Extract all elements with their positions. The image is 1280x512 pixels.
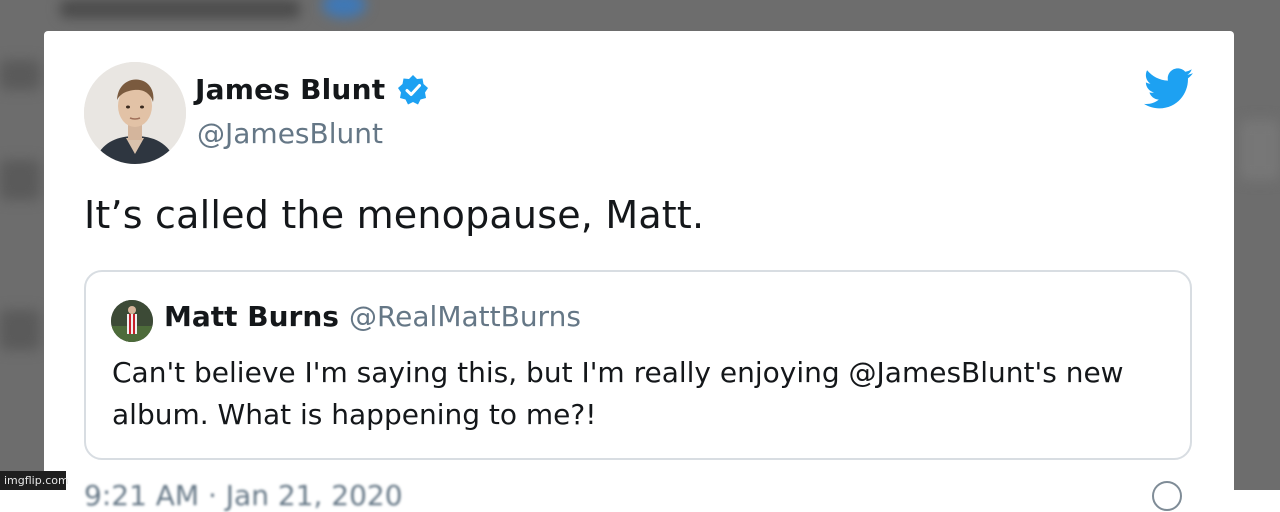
- background-blur: [1240, 120, 1280, 180]
- background-blur: [0, 310, 40, 350]
- background-blur: [0, 160, 40, 200]
- quoted-tweet-text: Can't believe I'm saying this, but I'm r…: [112, 356, 1124, 431]
- quoted-tweet[interactable]: Matt Burns @RealMattBurns Can't believe …: [84, 270, 1192, 460]
- quoted-author-row: Matt Burns @RealMattBurns: [164, 300, 581, 333]
- tweet-text: It’s called the menopause, Matt.: [84, 193, 705, 237]
- background-blur: [322, 0, 366, 18]
- twitter-bird-icon[interactable]: [1143, 68, 1194, 110]
- verified-badge-icon: [397, 74, 429, 106]
- author-name-row: James Blunt: [195, 73, 429, 106]
- imgflip-watermark: imgflip.com: [0, 471, 69, 490]
- author-handle[interactable]: @JamesBlunt: [197, 117, 383, 150]
- tweet-card: James Blunt @JamesBlunt It’s called the …: [44, 31, 1234, 512]
- author-avatar[interactable]: [84, 62, 186, 164]
- info-icon[interactable]: [1152, 481, 1182, 511]
- background-blur: [0, 60, 40, 90]
- quoted-author-avatar[interactable]: [111, 300, 153, 342]
- author-name[interactable]: James Blunt: [195, 73, 385, 106]
- tweet-timestamp[interactable]: 9:21 AM · Jan 21, 2020: [84, 479, 403, 512]
- quoted-author-handle[interactable]: @RealMattBurns: [349, 300, 581, 333]
- quoted-author-name[interactable]: Matt Burns: [164, 300, 339, 333]
- background-blur: [60, 0, 300, 18]
